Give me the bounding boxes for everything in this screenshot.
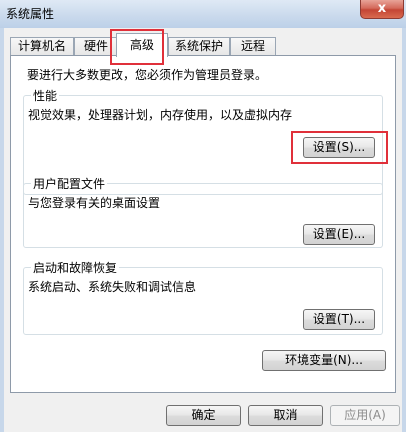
- tab-label: 系统保护: [174, 39, 223, 53]
- tab-label: 远程: [240, 39, 265, 53]
- user-profiles-settings-button[interactable]: 设置(E)...: [303, 224, 375, 245]
- close-button[interactable]: x: [360, 0, 404, 19]
- cancel-button[interactable]: 取消: [248, 405, 323, 426]
- button-label: 应用(A): [344, 408, 386, 422]
- tab-remote[interactable]: 远程: [230, 37, 276, 56]
- button-label: 设置(T)...: [312, 312, 366, 326]
- button-label: 取消: [273, 408, 298, 422]
- startup-recovery-settings-button[interactable]: 设置(T)...: [303, 309, 375, 330]
- button-label: 确定: [191, 408, 216, 422]
- admin-note: 要进行大多数更改，您必须作为管理员登录。: [27, 68, 268, 82]
- startup-recovery-group-title: 启动和故障恢复: [31, 259, 120, 276]
- dialog-frame: 计算机名 硬件 高级 系统保护 远程 要进行大多数更改，您必须作为管理员登录。 …: [0, 28, 406, 432]
- window-title: 系统属性: [6, 7, 55, 21]
- performance-group-title: 性能: [31, 87, 60, 104]
- button-label: 设置(E)...: [312, 227, 366, 241]
- settings-button-highlight: [291, 131, 388, 164]
- tab-computer-name[interactable]: 计算机名: [10, 37, 74, 56]
- ok-button[interactable]: 确定: [166, 405, 241, 426]
- tab-system-protection[interactable]: 系统保护: [168, 37, 230, 56]
- user-profiles-description: 与您登录有关的桌面设置: [28, 196, 161, 210]
- performance-description: 视觉效果，处理器计划，内存使用，以及虚拟内存: [28, 108, 293, 122]
- apply-button: 应用(A): [330, 405, 400, 426]
- tab-label: 硬件: [83, 39, 108, 53]
- tab-strip: 计算机名 硬件 高级 系统保护 远程: [4, 28, 402, 57]
- button-label: 环境变量(N)...: [285, 353, 363, 367]
- user-profiles-group-title: 用户配置文件: [31, 175, 108, 192]
- startup-recovery-description: 系统启动、系统失败和调试信息: [28, 280, 197, 294]
- title-bar: 系统属性 x: [0, 0, 406, 28]
- tab-label: 计算机名: [17, 39, 66, 53]
- close-icon: x: [377, 1, 387, 16]
- environment-variables-button[interactable]: 环境变量(N)...: [262, 350, 386, 371]
- advanced-tab-highlight: [110, 29, 164, 65]
